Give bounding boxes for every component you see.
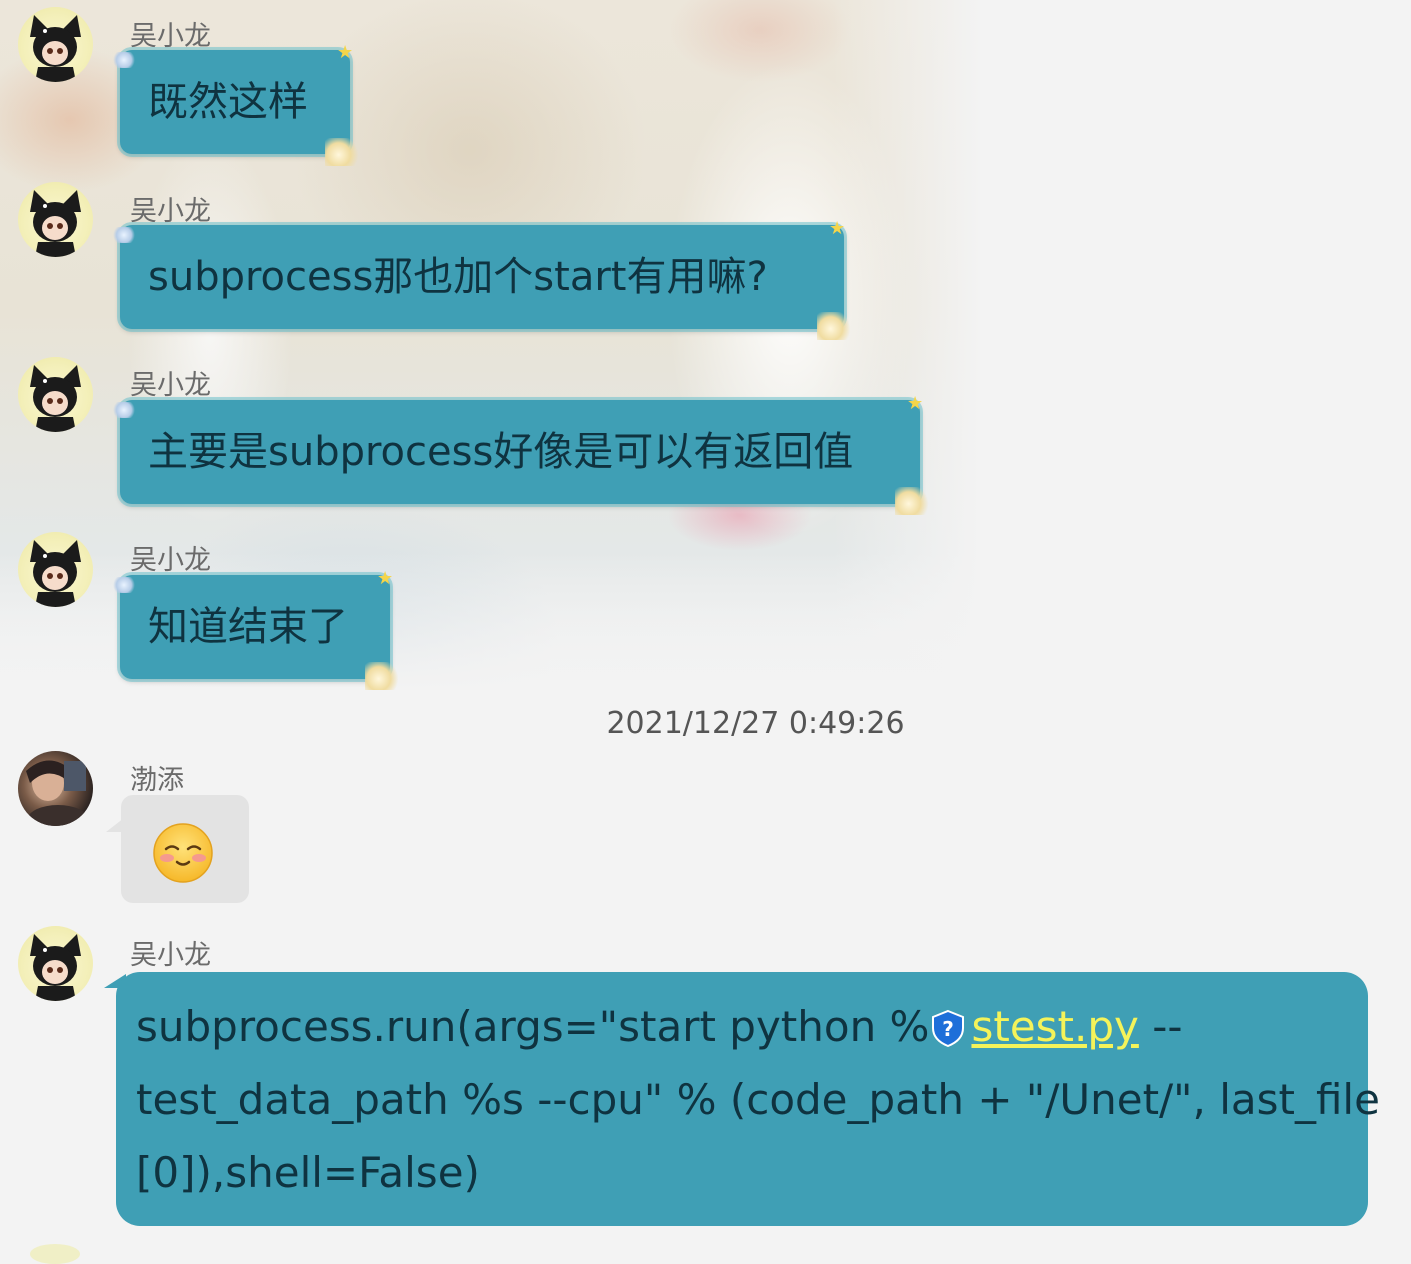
shield-question-icon: ?: [932, 1009, 965, 1047]
cat-girl-avatar-icon: [30, 15, 81, 82]
sender-name: 吴小龙: [130, 370, 211, 401]
svg-text:?: ?: [943, 1017, 955, 1041]
bubble-decoration-icon: [365, 662, 399, 690]
person-photo-avatar-icon: [26, 760, 88, 826]
cat-girl-avatar-icon: [30, 540, 81, 607]
message-line: [0]),shell=False): [136, 1148, 480, 1197]
message-timestamp: 2021/12/27 0:49:26: [606, 706, 905, 741]
bubble-decoration-icon: [113, 402, 135, 418]
sender-name: 吴小龙: [130, 21, 211, 52]
message-text: 主要是subprocess好像是可以有返回值: [148, 429, 854, 475]
bubble-decoration-icon: [895, 487, 929, 515]
cat-girl-avatar-icon: [30, 190, 81, 257]
avatar[interactable]: [18, 7, 93, 82]
star-decoration-icon: ★: [907, 393, 924, 414]
message-bubble[interactable]: 主要是subprocess好像是可以有返回值: [120, 400, 920, 504]
star-decoration-icon: ★: [377, 568, 394, 589]
message-bubble[interactable]: 既然这样: [120, 50, 350, 154]
sender-name: 吴小龙: [130, 196, 211, 227]
file-link[interactable]: stest.py: [971, 1002, 1138, 1051]
bubble-decoration-icon: [113, 227, 135, 243]
bubble-decoration-icon: [113, 52, 135, 68]
message-bubble[interactable]: subprocess那也加个start有用嘛?: [120, 225, 844, 329]
cat-girl-avatar-icon: [30, 365, 81, 432]
bubble-decoration-icon: [325, 138, 359, 166]
message-line: subprocess.run(args="start python %? stes…: [136, 990, 1350, 1063]
cat-girl-avatar-icon: [30, 934, 81, 1001]
message-text: subprocess那也加个start有用嘛?: [148, 254, 768, 300]
message-text: 知道结束了: [148, 604, 348, 650]
avatar[interactable]: [18, 532, 93, 607]
avatar[interactable]: [18, 926, 93, 1001]
message-bubble[interactable]: 知道结束了: [120, 575, 390, 679]
message-text: subprocess.run(args="start python %: [136, 1002, 930, 1051]
avatar[interactable]: [30, 1244, 80, 1264]
message-bubble[interactable]: subprocess.run(args="start python %? stes…: [116, 972, 1380, 1226]
star-decoration-icon: ★: [337, 42, 354, 63]
smiling-blush-emoji-icon: [153, 823, 213, 883]
message-text: 既然这样: [148, 79, 308, 125]
star-decoration-icon: ★: [829, 218, 846, 239]
sender-name: 吴小龙: [130, 940, 211, 971]
message-line: test_data_path %s --cpu" % (code_path + …: [136, 1075, 1380, 1124]
avatar[interactable]: [18, 751, 93, 826]
bubble-decoration-icon: [113, 577, 135, 593]
bubble-decoration-icon: [817, 312, 851, 340]
avatar[interactable]: [18, 182, 93, 257]
message-text: --: [1138, 1002, 1183, 1051]
sender-name: 渤添: [130, 765, 184, 796]
sender-name: 吴小龙: [130, 545, 211, 576]
avatar[interactable]: [18, 357, 93, 432]
